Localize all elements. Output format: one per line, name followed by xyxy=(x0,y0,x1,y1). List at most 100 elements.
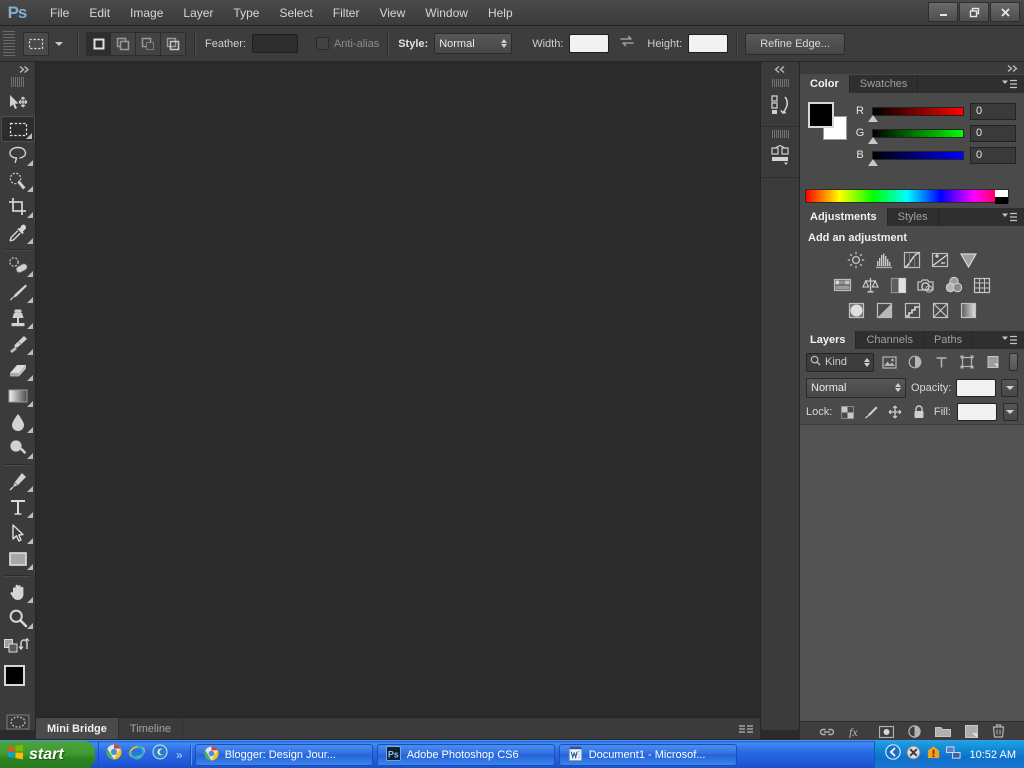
filter-type-icon[interactable] xyxy=(930,352,952,372)
layer-list[interactable] xyxy=(800,424,1024,721)
layer-filter-kind-select[interactable]: Kind xyxy=(806,352,874,372)
antivirus-icon[interactable] xyxy=(906,745,921,765)
toolbar-collapse-button[interactable] xyxy=(0,62,35,76)
menu-select[interactable]: Select xyxy=(269,2,322,24)
tab-channels[interactable]: Channels xyxy=(856,331,924,349)
menu-image[interactable]: Image xyxy=(120,2,173,24)
brightness-contrast-icon[interactable] xyxy=(843,249,869,271)
tab-timeline[interactable]: Timeline xyxy=(119,718,184,739)
pen-tool[interactable] xyxy=(1,468,35,494)
menu-view[interactable]: View xyxy=(369,2,415,24)
filter-pixel-icon[interactable] xyxy=(878,352,900,372)
tab-adjustments[interactable]: Adjustments xyxy=(800,208,888,226)
history-brush-tool[interactable] xyxy=(1,331,35,357)
filter-adjustment-icon[interactable] xyxy=(904,352,926,372)
color-lookup-icon[interactable] xyxy=(969,274,995,296)
menu-edit[interactable]: Edit xyxy=(79,2,120,24)
blend-mode-select[interactable]: Normal xyxy=(806,377,906,398)
width-input[interactable] xyxy=(569,34,610,53)
feather-input[interactable] xyxy=(251,34,298,53)
zoom-tool[interactable] xyxy=(1,605,35,631)
anti-alias-checkbox[interactable] xyxy=(315,37,329,50)
black-and-white-icon[interactable] xyxy=(885,274,911,296)
task-button-photoshop[interactable]: Ps Adobe Photoshop CS6 xyxy=(376,743,555,766)
fill-input[interactable] xyxy=(956,403,997,421)
color-balance-icon[interactable] xyxy=(857,274,883,296)
task-button-blogger[interactable]: Blogger: Design Jour... xyxy=(194,743,373,766)
red-slider[interactable] xyxy=(868,106,964,122)
clone-stamp-tool[interactable] xyxy=(1,305,35,331)
security-alert-icon[interactable] xyxy=(926,745,941,765)
channel-mixer-icon[interactable] xyxy=(941,274,967,296)
media-icon[interactable] xyxy=(152,744,168,765)
crop-tool[interactable] xyxy=(1,194,35,220)
intersect-with-selection-button[interactable] xyxy=(161,31,186,56)
history-panel-button[interactable] xyxy=(762,76,800,127)
quick-mask-icon[interactable] xyxy=(1,709,35,735)
blue-slider[interactable] xyxy=(868,150,964,166)
subtract-from-selection-button[interactable] xyxy=(136,31,161,56)
gradient-tool[interactable] xyxy=(1,383,35,409)
minimize-button[interactable] xyxy=(928,2,958,22)
photo-filter-icon[interactable] xyxy=(913,274,939,296)
bottom-panel-menu-icon[interactable] xyxy=(738,724,754,734)
lock-position-icon[interactable] xyxy=(886,402,904,422)
color-panel-foreground-swatch[interactable] xyxy=(808,102,834,128)
filter-smart-object-icon[interactable] xyxy=(982,352,1004,372)
threshold-icon[interactable] xyxy=(899,299,925,321)
tool-preset-picker[interactable] xyxy=(23,31,49,56)
green-slider[interactable] xyxy=(868,128,964,144)
default-colors-icon[interactable] xyxy=(4,639,19,659)
lasso-tool[interactable] xyxy=(1,142,35,168)
quick-selection-tool[interactable] xyxy=(1,168,35,194)
selective-color-icon[interactable] xyxy=(927,299,953,321)
filter-toggle-icon[interactable] xyxy=(1009,353,1018,371)
menu-help[interactable]: Help xyxy=(478,2,523,24)
properties-panel-button[interactable] xyxy=(762,127,800,178)
height-input[interactable] xyxy=(688,34,729,53)
hue-saturation-icon[interactable] xyxy=(829,274,855,296)
quicklaunch-more-chevron-icon[interactable]: » xyxy=(176,748,183,762)
horizontal-type-tool[interactable] xyxy=(1,494,35,520)
swap-width-height-icon[interactable] xyxy=(619,34,635,53)
hand-tool[interactable] xyxy=(1,579,35,605)
network-icon[interactable] xyxy=(945,745,961,765)
start-button[interactable]: start xyxy=(0,740,95,768)
rectangular-marquee-tool[interactable] xyxy=(1,116,35,142)
menu-type[interactable]: Type xyxy=(223,2,269,24)
internet-explorer-icon[interactable] xyxy=(129,744,145,765)
eyedropper-tool[interactable] xyxy=(1,220,35,246)
panels-collapse-button[interactable] xyxy=(800,62,1024,74)
vibrance-icon[interactable] xyxy=(955,249,981,271)
swap-colors-icon[interactable] xyxy=(18,637,33,658)
red-slider-thumb[interactable] xyxy=(868,114,878,122)
levels-icon[interactable] xyxy=(871,249,897,271)
tool-preset-chevron-down-icon[interactable] xyxy=(55,41,63,46)
tab-color[interactable]: Color xyxy=(800,75,850,93)
refine-edge-button[interactable]: Refine Edge... xyxy=(745,32,845,55)
blue-slider-thumb[interactable] xyxy=(868,158,878,166)
exposure-icon[interactable] xyxy=(927,249,953,271)
tab-layers[interactable]: Layers xyxy=(800,331,857,349)
menu-file[interactable]: File xyxy=(40,2,79,24)
dock-collapse-button[interactable] xyxy=(761,62,799,76)
menu-layer[interactable]: Layer xyxy=(173,2,223,24)
path-selection-tool[interactable] xyxy=(1,520,35,546)
lock-transparent-pixels-icon[interactable] xyxy=(838,402,856,422)
gradient-map-icon[interactable] xyxy=(955,299,981,321)
red-value[interactable]: 0 xyxy=(970,102,1016,120)
options-bar-grip[interactable] xyxy=(3,30,15,57)
filter-shape-icon[interactable] xyxy=(956,352,978,372)
green-slider-thumb[interactable] xyxy=(868,136,878,144)
menu-filter[interactable]: Filter xyxy=(323,2,370,24)
tab-paths[interactable]: Paths xyxy=(924,331,974,349)
curves-icon[interactable] xyxy=(899,249,925,271)
spot-healing-brush-tool[interactable] xyxy=(1,253,35,279)
document-canvas-area[interactable] xyxy=(36,62,760,717)
toolbar-grip[interactable] xyxy=(11,77,24,87)
close-button[interactable] xyxy=(990,2,1020,22)
style-select[interactable]: Normal xyxy=(434,33,513,54)
chrome-icon[interactable] xyxy=(106,744,122,765)
new-selection-button[interactable] xyxy=(86,31,111,56)
move-tool[interactable] xyxy=(1,90,35,116)
